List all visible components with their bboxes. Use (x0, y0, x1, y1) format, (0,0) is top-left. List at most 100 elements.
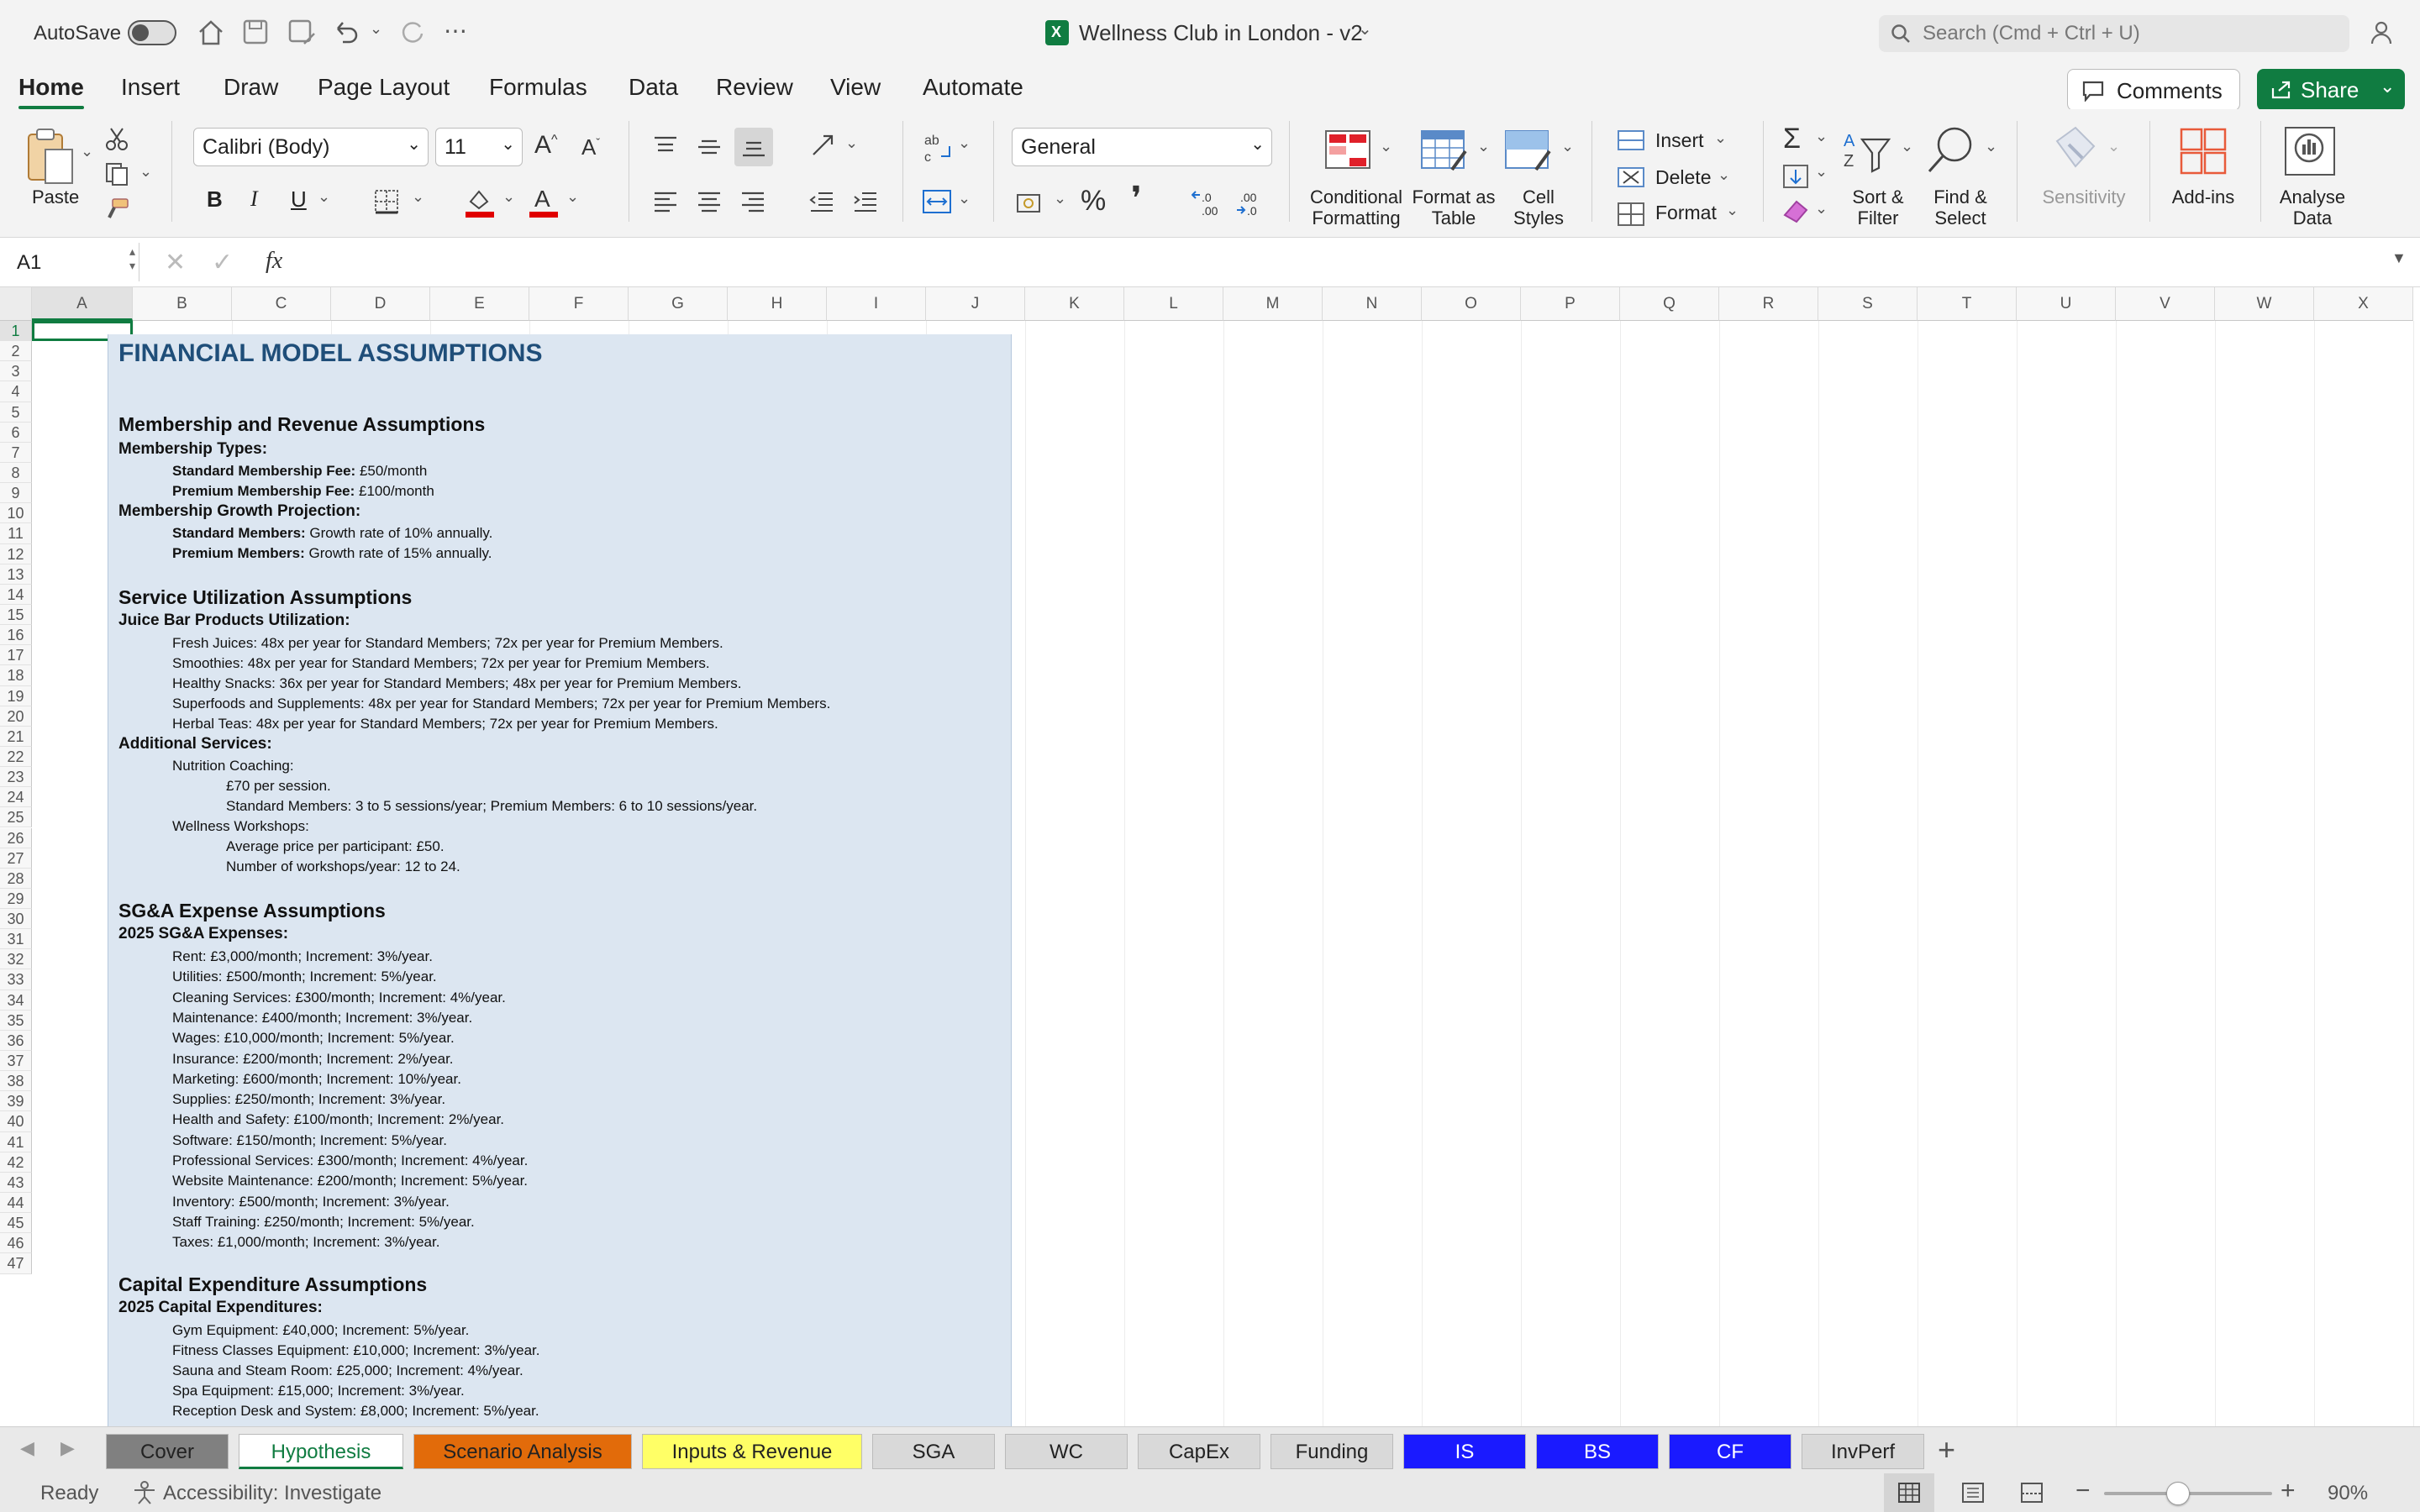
align-middle-icon[interactable] (696, 134, 723, 160)
autosave-toggle[interactable] (128, 20, 176, 45)
tab-page-layout[interactable]: Page Layout (318, 74, 450, 101)
cell-styles-dropdown-icon[interactable]: ⌄ (1561, 138, 1574, 155)
column-header[interactable]: R (1719, 287, 1818, 321)
column-header[interactable]: K (1025, 287, 1124, 321)
delete-cells-icon[interactable] (1617, 165, 1645, 190)
save-icon[interactable] (242, 18, 269, 45)
tab-formulas[interactable]: Formulas (489, 74, 587, 101)
delete-cells-dropdown-icon[interactable]: ⌄ (1718, 166, 1730, 184)
sort-filter-icon[interactable]: AZ (1842, 129, 1892, 178)
formula-input[interactable] (313, 243, 2363, 281)
sensitivity-dropdown-icon[interactable]: ⌄ (2107, 138, 2120, 155)
sheet-tab[interactable]: Funding (1270, 1434, 1393, 1469)
cancel-entry-icon[interactable]: ✕ (165, 248, 186, 277)
row-header[interactable]: 25 (0, 807, 32, 828)
sheet-tab[interactable]: InvPerf (1802, 1434, 1924, 1469)
row-header[interactable]: 38 (0, 1071, 32, 1092)
conditional-formatting-dropdown-icon[interactable]: ⌄ (1380, 138, 1392, 155)
sensitivity-icon[interactable] (2050, 124, 2101, 178)
add-sheet-icon[interactable]: + (1938, 1432, 1955, 1467)
sheet-tab[interactable]: Inputs & Revenue (642, 1434, 862, 1469)
column-header[interactable]: D (331, 287, 430, 321)
column-header[interactable]: E (430, 287, 529, 321)
underline-dropdown-icon[interactable]: ⌄ (318, 188, 330, 206)
undo-icon[interactable] (333, 18, 360, 45)
find-select-icon[interactable] (1924, 124, 1976, 178)
font-color-icon[interactable]: A (528, 185, 560, 218)
row-header[interactable]: 17 (0, 645, 32, 666)
paste-icon[interactable] (24, 128, 76, 186)
row-header[interactable]: 2 (0, 341, 32, 362)
row-header[interactable]: 5 (0, 402, 32, 423)
tab-insert[interactable]: Insert (121, 74, 180, 101)
sheet-tab[interactable]: Scenario Analysis (413, 1434, 632, 1469)
zoom-out-icon[interactable]: − (2075, 1477, 2091, 1505)
sheet-tab[interactable]: Hypothesis (239, 1434, 403, 1469)
clear-dropdown-icon[interactable]: ⌄ (1815, 200, 1828, 218)
scroll-tabs-right-icon[interactable]: ▶ (60, 1437, 75, 1459)
row-header[interactable]: 44 (0, 1193, 32, 1214)
person-share-icon[interactable] (2370, 18, 2398, 47)
conditional-formatting-icon[interactable] (1323, 128, 1373, 171)
comma-style-button[interactable]: ❜ (1131, 180, 1142, 218)
bold-button[interactable]: B (207, 186, 223, 213)
row-header[interactable]: 13 (0, 564, 32, 585)
row-header[interactable]: 14 (0, 584, 32, 605)
format-painter-icon[interactable] (104, 197, 131, 223)
row-header[interactable]: 45 (0, 1213, 32, 1234)
column-header[interactable]: G (629, 287, 728, 321)
row-header[interactable]: 42 (0, 1152, 32, 1173)
name-box[interactable]: A1 ▴ ▾ (5, 243, 139, 281)
add-ins-icon[interactable] (2178, 126, 2228, 178)
insert-function-button[interactable]: fx (266, 248, 282, 275)
comments-button[interactable]: Comments (2067, 69, 2240, 111)
tab-view[interactable]: View (830, 74, 881, 101)
paste-dropdown-icon[interactable]: ⌄ (81, 143, 93, 160)
format-cells-icon[interactable] (1617, 200, 1645, 227)
column-header[interactable]: M (1223, 287, 1323, 321)
increase-decimal-icon[interactable]: .0.00 (1192, 186, 1225, 218)
name-box-stepper-icon[interactable]: ▴ ▾ (129, 244, 135, 273)
column-header[interactable]: N (1323, 287, 1422, 321)
autosum-dropdown-icon[interactable]: ⌄ (1815, 128, 1828, 145)
row-header[interactable]: 46 (0, 1233, 32, 1254)
accounting-format-icon[interactable] (1015, 190, 1045, 217)
column-header[interactable]: A (32, 287, 133, 321)
accounting-dropdown-icon[interactable]: ⌄ (1054, 190, 1066, 207)
fill-down-dropdown-icon[interactable]: ⌄ (1815, 163, 1828, 181)
row-header[interactable]: 15 (0, 604, 32, 626)
column-header[interactable]: H (728, 287, 827, 321)
underline-button[interactable]: U (291, 186, 307, 213)
column-header[interactable]: B (133, 287, 232, 321)
home-icon[interactable] (197, 18, 225, 47)
sheet-tab[interactable]: CapEx (1138, 1434, 1260, 1469)
fill-color-dropdown-icon[interactable]: ⌄ (502, 188, 515, 206)
row-header[interactable]: 34 (0, 990, 32, 1011)
row-header[interactable]: 22 (0, 746, 32, 768)
row-header[interactable]: 21 (0, 726, 32, 747)
column-header[interactable]: P (1521, 287, 1620, 321)
sheet-tab[interactable]: BS (1536, 1434, 1659, 1469)
fill-down-icon[interactable] (1781, 163, 1810, 190)
column-header[interactable]: U (2017, 287, 2116, 321)
tab-data[interactable]: Data (629, 74, 678, 101)
align-right-icon[interactable] (739, 190, 766, 215)
page-break-view-icon[interactable] (2020, 1482, 2044, 1504)
wrap-text-icon[interactable]: ab c (923, 131, 953, 165)
align-center-icon[interactable] (696, 190, 723, 215)
row-header[interactable]: 26 (0, 827, 32, 848)
row-header[interactable]: 19 (0, 685, 32, 706)
sheet-tab[interactable]: SGA (872, 1434, 995, 1469)
column-header[interactable]: S (1818, 287, 1918, 321)
zoom-in-icon[interactable]: + (2281, 1477, 2296, 1505)
tab-draw[interactable]: Draw (224, 74, 278, 101)
row-header[interactable]: 11 (0, 523, 32, 544)
column-header[interactable]: V (2116, 287, 2215, 321)
italic-button[interactable]: I (250, 186, 258, 212)
fill-color-icon[interactable] (464, 185, 496, 218)
align-left-icon[interactable] (652, 190, 679, 215)
row-header[interactable]: 1 (0, 321, 32, 342)
find-select-dropdown-icon[interactable]: ⌄ (1985, 138, 1997, 155)
row-header[interactable]: 7 (0, 442, 32, 463)
row-header[interactable]: 23 (0, 767, 32, 788)
